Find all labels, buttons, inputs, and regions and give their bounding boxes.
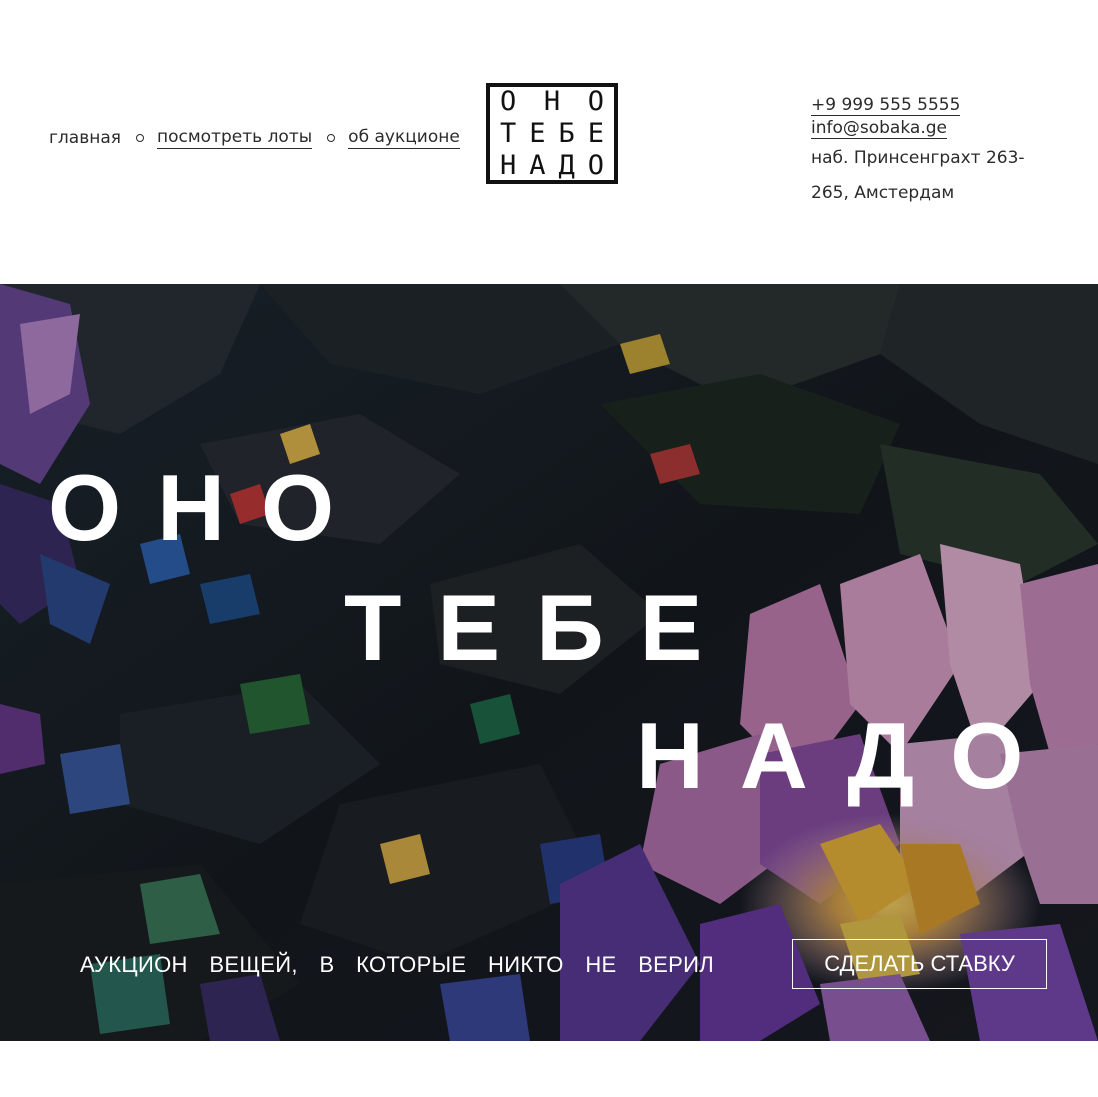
page-bottom-area: [0, 1041, 1098, 1097]
logo-letter: О: [587, 86, 604, 117]
tagline-word: В: [319, 952, 335, 977]
site-header: главная посмотреть лоты об аукционе О Н …: [0, 0, 1098, 284]
hero-title-line-3: НАДО: [636, 703, 1060, 808]
logo-letter: О: [500, 86, 517, 117]
nav-link-about[interactable]: об аукционе: [348, 126, 460, 149]
tagline-word: НИКТО: [488, 952, 564, 977]
hero-title-line-1: ОНО: [48, 455, 371, 560]
address-line-2: 265, Амстердам: [811, 183, 955, 203]
place-bid-button[interactable]: СДЕЛАТЬ СТАВКУ: [792, 939, 1047, 989]
nav-separator-icon: [136, 133, 144, 142]
hero-title-line-2: ТЕБЕ: [344, 575, 739, 680]
logo-letter: Е: [529, 118, 546, 149]
logo-letter: Б: [558, 118, 575, 149]
nav-link-lots[interactable]: посмотреть лоты: [157, 126, 313, 149]
tagline-word: ВЕРИЛ: [638, 952, 714, 977]
contact-email-line: info@sobaka.ge: [811, 116, 1031, 139]
logo-letter: О: [587, 150, 604, 181]
logo-text: О Н О Т Е Б Е Н А Д О: [490, 86, 614, 181]
logo-row: Н А Д О: [490, 150, 614, 181]
hero-section: ОНО ТЕБЕ НАДО АУКЦИОН ВЕЩЕЙ, В КОТОРЫЕ Н…: [0, 284, 1098, 1041]
nav-link-home[interactable]: главная: [49, 127, 121, 149]
logo-letter: А: [529, 150, 546, 181]
logo-letter: Д: [558, 150, 575, 181]
logo-letter: Т: [500, 118, 517, 149]
logo-row: Т Е Б Е: [490, 118, 614, 149]
email-link[interactable]: info@sobaka.ge: [811, 118, 947, 139]
logo-row: О Н О: [490, 86, 614, 117]
tagline-word: АУКЦИОН: [80, 952, 188, 977]
site-logo[interactable]: О Н О Т Е Б Е Н А Д О: [486, 83, 618, 184]
address: наб. Принсенграхт 263- 265, Амстердам: [811, 141, 1031, 211]
contacts-block: +9 999 555 5555 info@sobaka.ge наб. Прин…: [811, 93, 1031, 211]
logo-letter: Е: [587, 118, 604, 149]
address-line-1: наб. Принсенграхт 263-: [811, 148, 1025, 168]
logo-letter: Н: [500, 150, 517, 181]
hero-tagline: АУКЦИОН ВЕЩЕЙ, В КОТОРЫЕ НИКТО НЕ ВЕРИЛ: [80, 952, 714, 978]
contact-phone-line: +9 999 555 5555: [811, 93, 1031, 116]
tagline-word: НЕ: [585, 952, 617, 977]
tagline-word: КОТОРЫЕ: [356, 952, 467, 977]
tagline-word: ВЕЩЕЙ,: [209, 952, 298, 977]
main-nav: главная посмотреть лоты об аукционе: [49, 126, 460, 149]
nav-separator-icon: [327, 133, 336, 142]
phone-link[interactable]: +9 999 555 5555: [811, 95, 961, 116]
page: главная посмотреть лоты об аукционе О Н …: [0, 0, 1098, 1097]
logo-letter: Н: [543, 86, 561, 117]
